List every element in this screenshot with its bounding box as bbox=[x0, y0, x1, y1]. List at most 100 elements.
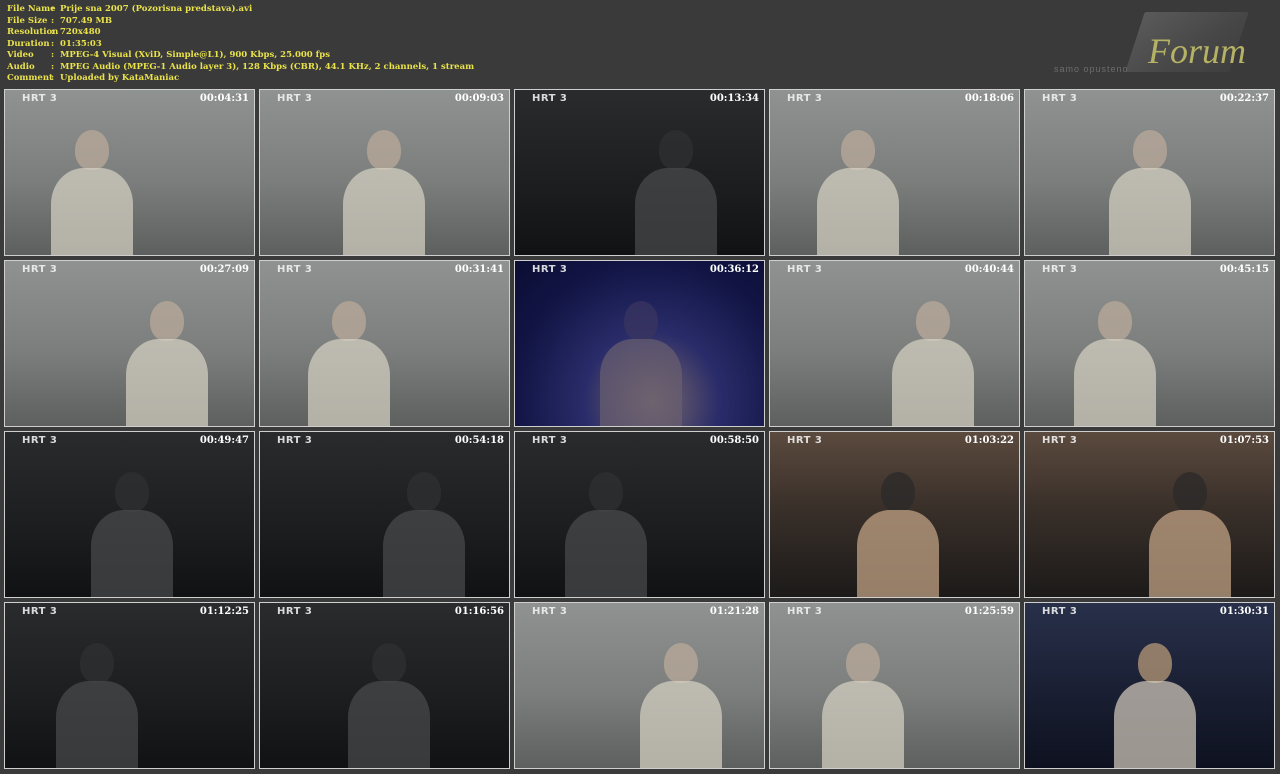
info-row-file-name: File Name: Prije sna 2007 (Pozorisna pre… bbox=[7, 4, 253, 14]
info-row-file-size: File Size: 707.49 MB bbox=[7, 15, 113, 26]
video-thumbnail: HRT 3 00:13:34 bbox=[514, 89, 765, 256]
actor-figure bbox=[589, 472, 623, 512]
thumbnail-grid: HRT 3 00:04:31 HRT 3 00:09:03 HRT 3 00:13:34 H… bbox=[4, 89, 1276, 771]
info-key: File Size bbox=[7, 15, 48, 26]
timestamp: 00:49:47 bbox=[199, 435, 249, 446]
channel-logo: HRT 3 bbox=[22, 264, 58, 275]
timestamp: 01:12:25 bbox=[199, 606, 249, 617]
actor-figure bbox=[80, 643, 114, 683]
actor-figure bbox=[372, 643, 406, 683]
timestamp: 00:27:09 bbox=[199, 264, 249, 275]
actor-figure bbox=[115, 472, 149, 512]
timestamp: 00:31:41 bbox=[454, 264, 504, 275]
video-thumbnail: HRT 3 00:04:31 bbox=[4, 89, 255, 256]
channel-logo: HRT 3 bbox=[787, 606, 823, 617]
actor-figure bbox=[150, 301, 184, 341]
actor-body bbox=[600, 339, 682, 426]
actor-figure bbox=[659, 130, 693, 170]
actor-figure bbox=[664, 643, 698, 683]
actor-figure bbox=[407, 472, 441, 512]
channel-logo: HRT 3 bbox=[22, 606, 58, 617]
actor-body bbox=[1109, 168, 1191, 255]
timestamp: 00:54:18 bbox=[454, 435, 504, 446]
info-key: Resolution bbox=[7, 27, 59, 37]
info-row-resolution: Resolution: 720x480 bbox=[7, 27, 101, 37]
video-thumbnail: HRT 3 01:21:28 bbox=[514, 602, 765, 769]
actor-body bbox=[51, 168, 133, 255]
video-thumbnail: HRT 3 00:36:12 bbox=[514, 260, 765, 427]
actor-figure bbox=[1138, 643, 1172, 683]
forum-logo: Forum samo opusteno bbox=[1020, 12, 1255, 80]
info-value: Uploaded by KataManiac bbox=[60, 73, 180, 83]
actor-figure bbox=[367, 130, 401, 170]
info-value: MPEG Audio (MPEG-1 Audio layer 3), 128 K… bbox=[60, 61, 475, 72]
timestamp: 01:03:22 bbox=[964, 435, 1014, 446]
info-value: 01:35:03 bbox=[60, 38, 102, 49]
channel-logo: HRT 3 bbox=[1042, 264, 1078, 275]
actor-body bbox=[1074, 339, 1156, 426]
actor-figure bbox=[332, 301, 366, 341]
timestamp: 00:58:50 bbox=[709, 435, 759, 446]
info-value: 707.49 MB bbox=[60, 15, 113, 26]
info-key: Comment bbox=[7, 73, 53, 83]
timestamp: 00:18:06 bbox=[964, 93, 1014, 104]
actor-figure bbox=[75, 130, 109, 170]
timestamp: 00:22:37 bbox=[1219, 93, 1269, 104]
channel-logo: HRT 3 bbox=[532, 264, 568, 275]
info-key: File Name bbox=[7, 4, 56, 14]
actor-figure bbox=[1098, 301, 1132, 341]
video-thumbnail: HRT 3 00:45:15 bbox=[1024, 260, 1275, 427]
timestamp: 01:07:53 bbox=[1219, 435, 1269, 446]
timestamp: 00:40:44 bbox=[964, 264, 1014, 275]
timestamp: 00:36:12 bbox=[709, 264, 759, 275]
channel-logo: HRT 3 bbox=[1042, 93, 1078, 104]
info-row-comment: Comment: Uploaded by KataManiac bbox=[7, 73, 180, 83]
actor-figure bbox=[624, 301, 658, 341]
info-row-audio: Audio: MPEG Audio (MPEG-1 Audio layer 3)… bbox=[7, 61, 475, 72]
actor-body bbox=[817, 168, 899, 255]
timestamp: 00:13:34 bbox=[709, 93, 759, 104]
video-thumbnail: HRT 3 01:16:56 bbox=[259, 602, 510, 769]
video-thumbnail: HRT 3 00:40:44 bbox=[769, 260, 1020, 427]
video-thumbnail: HRT 3 01:07:53 bbox=[1024, 431, 1275, 598]
actor-body bbox=[857, 510, 939, 597]
info-row-video: Video: MPEG-4 Visual (XviD, Simple@L1), … bbox=[7, 50, 331, 60]
info-value: 720x480 bbox=[60, 27, 101, 37]
video-thumbnail: HRT 3 00:49:47 bbox=[4, 431, 255, 598]
actor-body bbox=[1149, 510, 1231, 597]
timestamp: 01:25:59 bbox=[964, 606, 1014, 617]
channel-logo: HRT 3 bbox=[277, 606, 313, 617]
actor-figure bbox=[1173, 472, 1207, 512]
video-thumbnail: HRT 3 01:30:31 bbox=[1024, 602, 1275, 769]
channel-logo: HRT 3 bbox=[787, 435, 823, 446]
actor-body bbox=[56, 681, 138, 768]
logo-brand-text: Forum bbox=[1148, 31, 1246, 71]
channel-logo: HRT 3 bbox=[1042, 435, 1078, 446]
actor-body bbox=[565, 510, 647, 597]
channel-logo: HRT 3 bbox=[532, 606, 568, 617]
channel-logo: HRT 3 bbox=[787, 93, 823, 104]
channel-logo: HRT 3 bbox=[1042, 606, 1078, 617]
info-row-duration: Duration: 01:35:03 bbox=[7, 38, 102, 49]
video-thumbnail: HRT 3 00:09:03 bbox=[259, 89, 510, 256]
actor-body bbox=[822, 681, 904, 768]
timestamp: 01:16:56 bbox=[454, 606, 504, 617]
timestamp: 01:30:31 bbox=[1219, 606, 1269, 617]
channel-logo: HRT 3 bbox=[787, 264, 823, 275]
channel-logo: HRT 3 bbox=[277, 435, 313, 446]
timestamp: 00:45:15 bbox=[1219, 264, 1269, 275]
channel-logo: HRT 3 bbox=[22, 435, 58, 446]
video-thumbnail: HRT 3 01:03:22 bbox=[769, 431, 1020, 598]
actor-figure bbox=[916, 301, 950, 341]
info-value: MPEG-4 Visual (XviD, Simple@L1), 900 Kbp… bbox=[60, 50, 331, 60]
actor-figure bbox=[841, 130, 875, 170]
actor-body bbox=[635, 168, 717, 255]
file-info-panel: File Name: Prije sna 2007 (Pozorisna pre… bbox=[7, 4, 807, 86]
actor-body bbox=[308, 339, 390, 426]
video-thumbnail: HRT 3 01:25:59 bbox=[769, 602, 1020, 769]
actor-body bbox=[892, 339, 974, 426]
video-thumbnail: HRT 3 00:31:41 bbox=[259, 260, 510, 427]
info-value: Prije sna 2007 (Pozorisna predstava).avi bbox=[60, 4, 253, 14]
channel-logo: HRT 3 bbox=[22, 93, 58, 104]
actor-body bbox=[126, 339, 208, 426]
